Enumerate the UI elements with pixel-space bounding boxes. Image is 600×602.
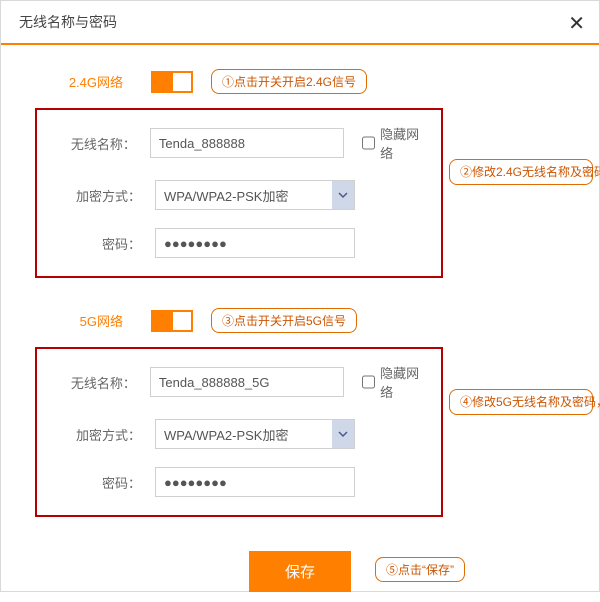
- enc-24g-select[interactable]: WPA/WPA2-PSK加密: [155, 180, 355, 210]
- dialog-header: 无线名称与密码 ✕: [1, 1, 599, 45]
- callout-save: ⑤点击“保存”: [375, 557, 465, 582]
- hide-24g-input[interactable]: [362, 136, 375, 150]
- callout-24g-toggle: ①点击开关开启2.4G信号: [211, 69, 367, 94]
- toggle-24g[interactable]: [151, 71, 193, 93]
- toggle-5g[interactable]: [151, 310, 193, 332]
- enc-5g-select[interactable]: WPA/WPA2-PSK加密: [155, 419, 355, 449]
- dialog-content: 2.4G网络 ①点击开关开启2.4G信号 无线名称： 隐藏网络 加密方式： WP…: [1, 45, 599, 602]
- ssid-5g-input[interactable]: [150, 367, 344, 397]
- ssid-24g-label: 无线名称：: [49, 134, 136, 153]
- ssid-5g-label: 无线名称：: [49, 373, 136, 392]
- enc-5g-value: WPA/WPA2-PSK加密: [164, 425, 288, 444]
- section-5g-title: 5G网络: [51, 311, 123, 330]
- chevron-down-icon: [332, 181, 354, 209]
- pwd-24g-input[interactable]: [155, 228, 355, 258]
- dialog-title: 无线名称与密码: [19, 12, 117, 32]
- hide-5g-label: 隐藏网络: [380, 363, 429, 401]
- save-bar: 保存 ⑤点击“保存”: [17, 551, 583, 592]
- section-24g-title: 2.4G网络: [51, 72, 123, 91]
- hide-5g-input[interactable]: [362, 375, 375, 389]
- section-24g-header: 2.4G网络 ①点击开关开启2.4G信号: [51, 69, 583, 94]
- callout-5g-toggle: ③点击开关开启5G信号: [211, 308, 357, 333]
- pwd-5g-label: 密码：: [49, 473, 141, 492]
- dialog: 无线名称与密码 ✕ 2.4G网络 ①点击开关开启2.4G信号 无线名称： 隐藏网…: [0, 0, 600, 592]
- toggle-knob: [173, 312, 191, 330]
- form-5g: 无线名称： 隐藏网络 加密方式： WPA/WPA2-PSK加密 密码：: [35, 347, 443, 517]
- ssid-24g-input[interactable]: [150, 128, 344, 158]
- callout-24g-side: ②修改2.4G无线名称及密码，选择加密方式: [449, 159, 593, 185]
- enc-24g-value: WPA/WPA2-PSK加密: [164, 186, 288, 205]
- pwd-24g-label: 密码：: [49, 234, 141, 253]
- chevron-down-icon: [332, 420, 354, 448]
- toggle-knob: [173, 73, 191, 91]
- enc-24g-label: 加密方式：: [49, 186, 141, 205]
- close-icon[interactable]: ✕: [568, 11, 585, 36]
- callout-5g-side: ④修改5G无线名称及密码，选择加密方式: [449, 389, 593, 415]
- hide-24g-checkbox[interactable]: 隐藏网络: [362, 124, 429, 162]
- save-button[interactable]: 保存: [249, 551, 351, 592]
- hide-5g-checkbox[interactable]: 隐藏网络: [362, 363, 429, 401]
- section-5g-header: 5G网络 ③点击开关开启5G信号: [51, 308, 583, 333]
- hide-24g-label: 隐藏网络: [380, 124, 429, 162]
- enc-5g-label: 加密方式：: [49, 425, 141, 444]
- pwd-5g-input[interactable]: [155, 467, 355, 497]
- form-24g: 无线名称： 隐藏网络 加密方式： WPA/WPA2-PSK加密 密码：: [35, 108, 443, 278]
